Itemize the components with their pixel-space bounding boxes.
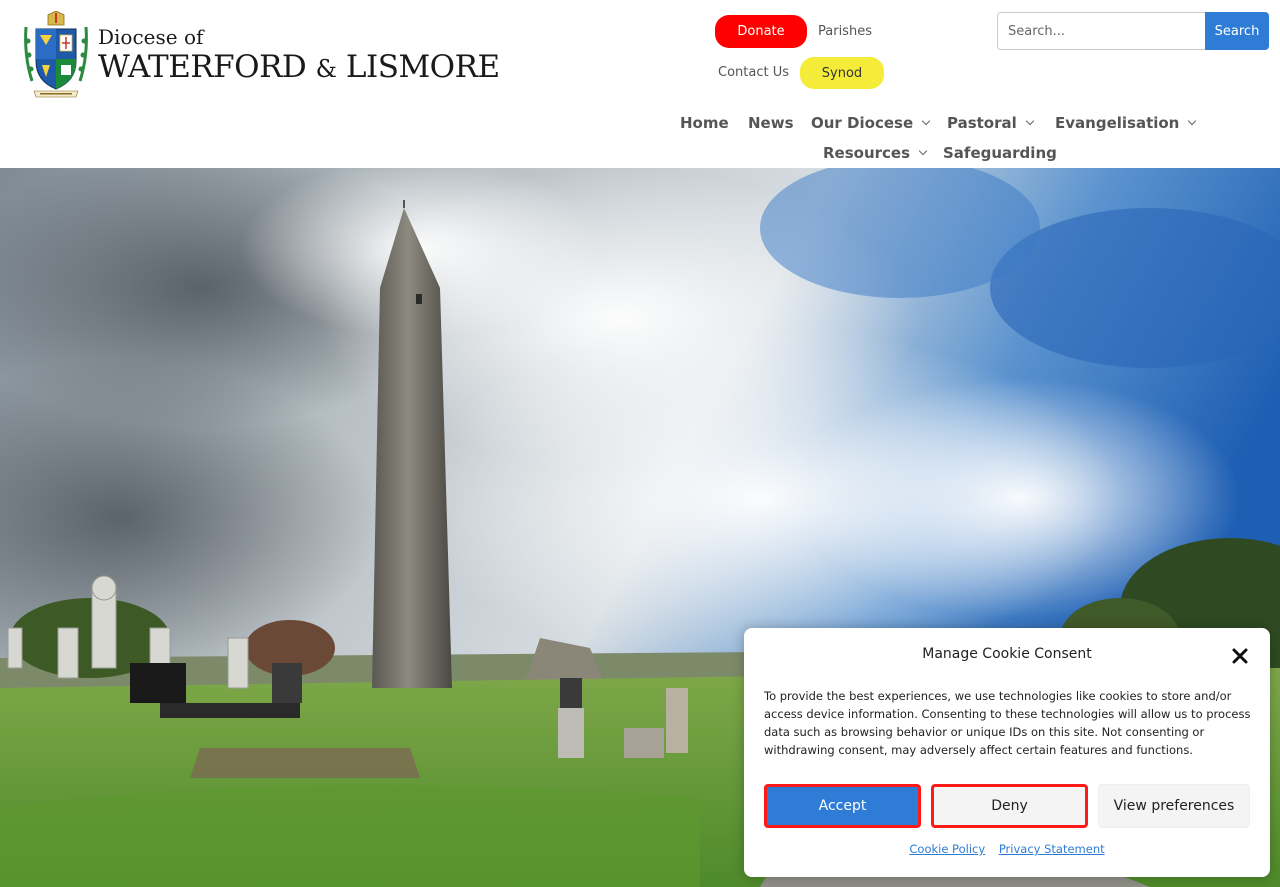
- chevron-down-icon: [921, 116, 931, 126]
- nav-evangelisation[interactable]: Evangelisation: [1055, 114, 1197, 132]
- nav-our-diocese[interactable]: Our Diocese: [811, 114, 931, 132]
- site-header: Diocese of WATERFORD & LISMORE Donate Pa…: [0, 0, 1280, 168]
- search-form: Search: [997, 12, 1269, 50]
- cookie-links: Cookie Policy Privacy Statement: [744, 842, 1270, 856]
- privacy-statement-link[interactable]: Privacy Statement: [999, 842, 1105, 856]
- cookie-policy-link[interactable]: Cookie Policy: [909, 842, 985, 856]
- deny-button[interactable]: Deny: [931, 784, 1088, 828]
- chevron-down-icon: [1188, 116, 1197, 126]
- nav-home[interactable]: Home: [680, 114, 729, 132]
- diocesan-crest-icon: [24, 11, 88, 98]
- chevron-down-icon: [918, 146, 928, 156]
- contact-us-link[interactable]: Contact Us: [718, 65, 789, 80]
- chevron-down-icon: [1025, 116, 1035, 126]
- view-preferences-button[interactable]: View preferences: [1098, 784, 1250, 828]
- cookie-dialog-title: Manage Cookie Consent: [922, 646, 1092, 662]
- nav-safeguarding[interactable]: Safeguarding: [943, 144, 1057, 162]
- synod-button[interactable]: Synod: [800, 57, 884, 89]
- nav-resources[interactable]: Resources: [823, 144, 928, 162]
- cookie-consent-dialog: Manage Cookie Consent To provide the bes…: [744, 628, 1270, 877]
- search-input[interactable]: [997, 12, 1205, 50]
- logo-subtitle: Diocese of: [98, 25, 204, 49]
- close-icon[interactable]: [1230, 646, 1250, 666]
- parishes-link[interactable]: Parishes: [818, 24, 872, 39]
- accept-button[interactable]: Accept: [764, 784, 921, 828]
- donate-button[interactable]: Donate: [715, 15, 807, 48]
- logo-title: WATERFORD & LISMORE: [98, 49, 500, 85]
- nav-pastoral[interactable]: Pastoral: [947, 114, 1035, 132]
- cookie-dialog-message: To provide the best experiences, we use …: [764, 689, 1251, 757]
- site-logo[interactable]: Diocese of WATERFORD & LISMORE: [20, 10, 500, 102]
- search-button[interactable]: Search: [1205, 12, 1269, 50]
- nav-news[interactable]: News: [748, 114, 794, 132]
